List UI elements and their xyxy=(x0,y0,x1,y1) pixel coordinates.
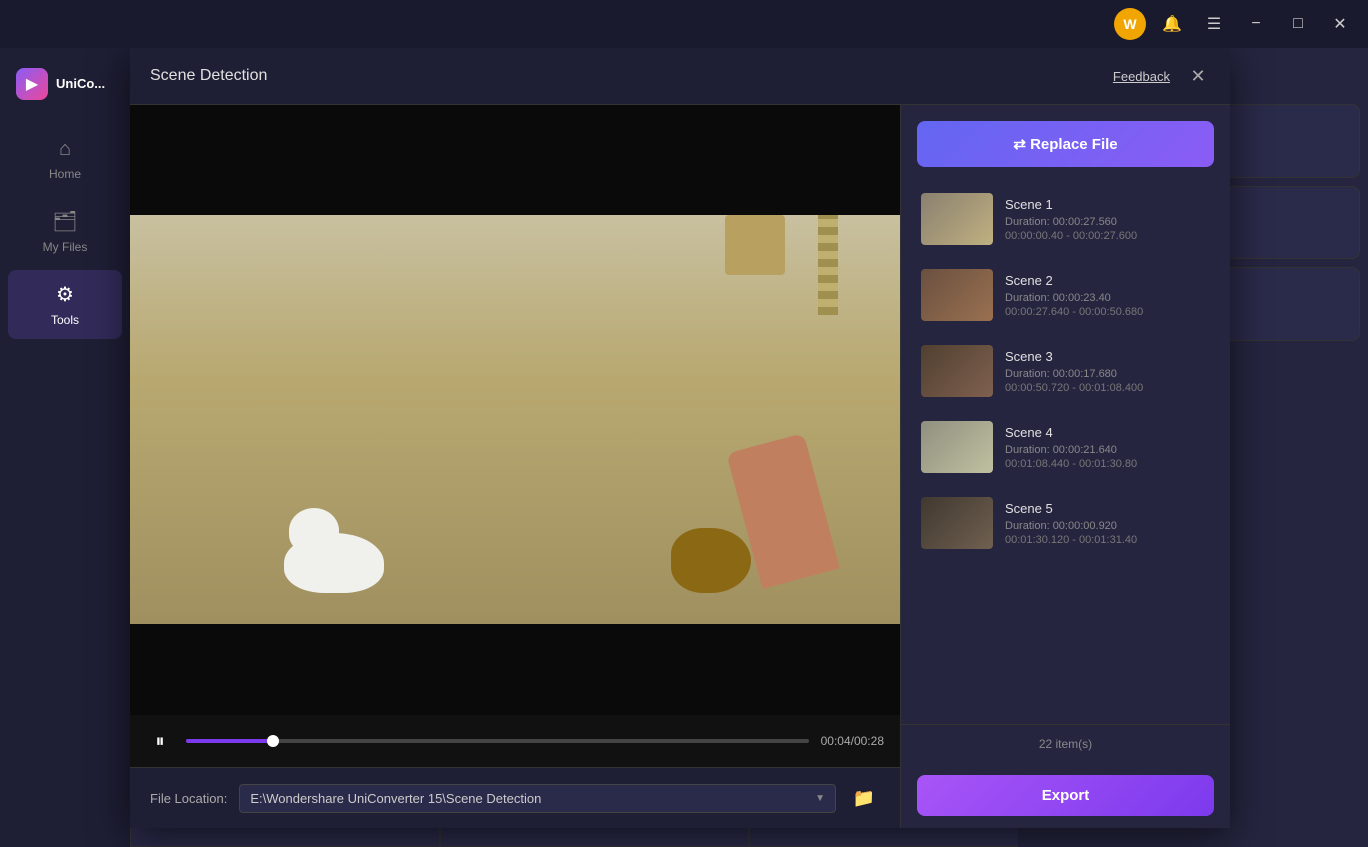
scene-time-range: 00:01:08.440 - 00:01:30.80 xyxy=(1005,458,1210,470)
wall-decoration xyxy=(725,215,785,275)
scene-duration: Duration: 00:00:21.640 xyxy=(1005,444,1210,456)
minimize-button[interactable]: − xyxy=(1240,8,1272,40)
scene-name: Scene 3 xyxy=(1005,349,1210,364)
video-progress-track[interactable] xyxy=(186,739,809,743)
scene-item[interactable]: Scene 1 Duration: 00:00:27.560 00:00:00.40… xyxy=(913,183,1218,255)
titlebar: W 🔔 ☰ − □ ✕ xyxy=(0,0,1368,48)
sidebar-item-label: Tools xyxy=(51,313,79,327)
maximize-button[interactable]: □ xyxy=(1282,8,1314,40)
video-progress-thumb xyxy=(267,735,279,747)
scene-name: Scene 5 xyxy=(1005,501,1210,516)
scene-thumb-4 xyxy=(921,421,993,473)
menu-icon[interactable]: ☰ xyxy=(1198,8,1230,40)
video-section: ⏸ 00:04/00:28 File Location: E:\Wondersh… xyxy=(130,105,900,828)
dialog-title: Scene Detection xyxy=(150,67,267,85)
replace-file-button[interactable]: ⇄ Replace File xyxy=(917,121,1214,167)
scene-info: Scene 3 Duration: 00:00:17.680 00:00:50.72… xyxy=(1005,349,1210,394)
logo-text: UniCo... xyxy=(56,76,105,92)
scene-info: Scene 4 Duration: 00:00:21.640 00:01:08.44… xyxy=(1005,425,1210,470)
browse-folder-button[interactable]: 📁 xyxy=(848,782,880,814)
scene-count: 22 item(s) xyxy=(901,724,1230,763)
scene-item[interactable]: Scene 4 Duration: 00:00:21.640 00:01:08.44… xyxy=(913,411,1218,483)
scene-name: Scene 2 xyxy=(1005,273,1210,288)
wall-lines xyxy=(818,215,838,315)
scene-item[interactable]: Scene 5 Duration: 00:00:00.920 00:01:30.12… xyxy=(913,487,1218,559)
home-icon: ⌂ xyxy=(59,138,71,161)
scene-panel: ⇄ Replace File Scene 1 Duration: 00:00:27… xyxy=(900,105,1230,828)
notification-icon[interactable]: 🔔 xyxy=(1156,8,1188,40)
sidebar-item-my-files[interactable]: 🗂 My Files xyxy=(8,197,122,266)
letterbox-top xyxy=(130,105,900,215)
logo-icon: ▶ xyxy=(16,68,48,100)
sidebar-item-label: My Files xyxy=(43,240,88,254)
scene-time-range: 00:00:00.40 - 00:00:27.600 xyxy=(1005,230,1210,242)
file-location-value: E:\Wondershare UniConverter 15\Scene Det… xyxy=(250,791,541,806)
scene-info: Scene 5 Duration: 00:00:00.920 00:01:30.12… xyxy=(1005,501,1210,546)
sidebar-item-tools[interactable]: ⚙ Tools xyxy=(8,270,122,339)
dialog-close-button[interactable]: ✕ xyxy=(1186,64,1210,88)
scene-thumb-1 xyxy=(921,193,993,245)
dialog-body: ⏸ 00:04/00:28 File Location: E:\Wondersh… xyxy=(130,105,1230,828)
export-button[interactable]: Export xyxy=(917,775,1214,816)
scene-item[interactable]: Scene 3 Duration: 00:00:17.680 00:00:50.72… xyxy=(913,335,1218,407)
scene-time-range: 00:00:50.720 - 00:01:08.400 xyxy=(1005,382,1210,394)
letterbox-bottom xyxy=(130,624,900,716)
white-cat xyxy=(284,513,404,593)
file-location-label: File Location: xyxy=(150,791,227,806)
close-button[interactable]: ✕ xyxy=(1324,8,1356,40)
sidebar-item-home[interactable]: ⌂ Home xyxy=(8,126,122,193)
video-player[interactable] xyxy=(130,105,900,715)
cat-body xyxy=(284,533,384,593)
pause-button[interactable]: ⏸ xyxy=(146,727,174,755)
scene-thumb-3 xyxy=(921,345,993,397)
scene-info: Scene 1 Duration: 00:00:27.560 00:00:00.40… xyxy=(1005,197,1210,242)
dropdown-arrow-icon: ▼ xyxy=(815,793,825,804)
scene-duration: Duration: 00:00:17.680 xyxy=(1005,368,1210,380)
video-frame xyxy=(130,105,900,715)
sidebar-item-label: Home xyxy=(49,167,81,181)
app-logo: ▶ UniCo... xyxy=(0,68,130,124)
dialog-header: Scene Detection Feedback ✕ xyxy=(130,48,1230,105)
brown-cat-body xyxy=(671,528,751,593)
scene-list[interactable]: Scene 1 Duration: 00:00:27.560 00:00:00.40… xyxy=(901,183,1230,724)
file-location-dropdown[interactable]: E:\Wondershare UniConverter 15\Scene Det… xyxy=(239,784,836,813)
dialog-header-right: Feedback ✕ xyxy=(1113,64,1210,88)
file-location-bar: File Location: E:\Wondershare UniConvert… xyxy=(130,767,900,828)
scene-detection-dialog: Scene Detection Feedback ✕ xyxy=(130,48,1230,828)
scene-duration: Duration: 00:00:23.40 xyxy=(1005,292,1210,304)
video-time: 00:04/00:28 xyxy=(821,734,884,748)
titlebar-controls: W 🔔 ☰ − □ ✕ xyxy=(1114,8,1356,40)
scene-name: Scene 4 xyxy=(1005,425,1210,440)
video-scene xyxy=(130,105,900,715)
scene-thumb-5 xyxy=(921,497,993,549)
scene-name: Scene 1 xyxy=(1005,197,1210,212)
feedback-link[interactable]: Feedback xyxy=(1113,69,1170,84)
scene-info: Scene 2 Duration: 00:00:23.40 00:00:27.640… xyxy=(1005,273,1210,318)
scene-duration: Duration: 00:00:27.560 xyxy=(1005,216,1210,228)
tools-icon: ⚙ xyxy=(56,282,74,307)
sidebar: ▶ UniCo... ⌂ Home 🗂 My Files ⚙ Tools xyxy=(0,48,130,847)
scene-thumb-2 xyxy=(921,269,993,321)
scene-duration: Duration: 00:00:00.920 xyxy=(1005,520,1210,532)
files-icon: 🗂 xyxy=(52,209,77,234)
scene-time-range: 00:00:27.640 - 00:00:50.680 xyxy=(1005,306,1210,318)
scene-item[interactable]: Scene 2 Duration: 00:00:23.40 00:00:27.640… xyxy=(913,259,1218,331)
video-controls: ⏸ 00:04/00:28 xyxy=(130,715,900,767)
video-progress-fill xyxy=(186,739,273,743)
scene-time-range: 00:01:30.120 - 00:01:31.40 xyxy=(1005,534,1210,546)
user-avatar[interactable]: W xyxy=(1114,8,1146,40)
